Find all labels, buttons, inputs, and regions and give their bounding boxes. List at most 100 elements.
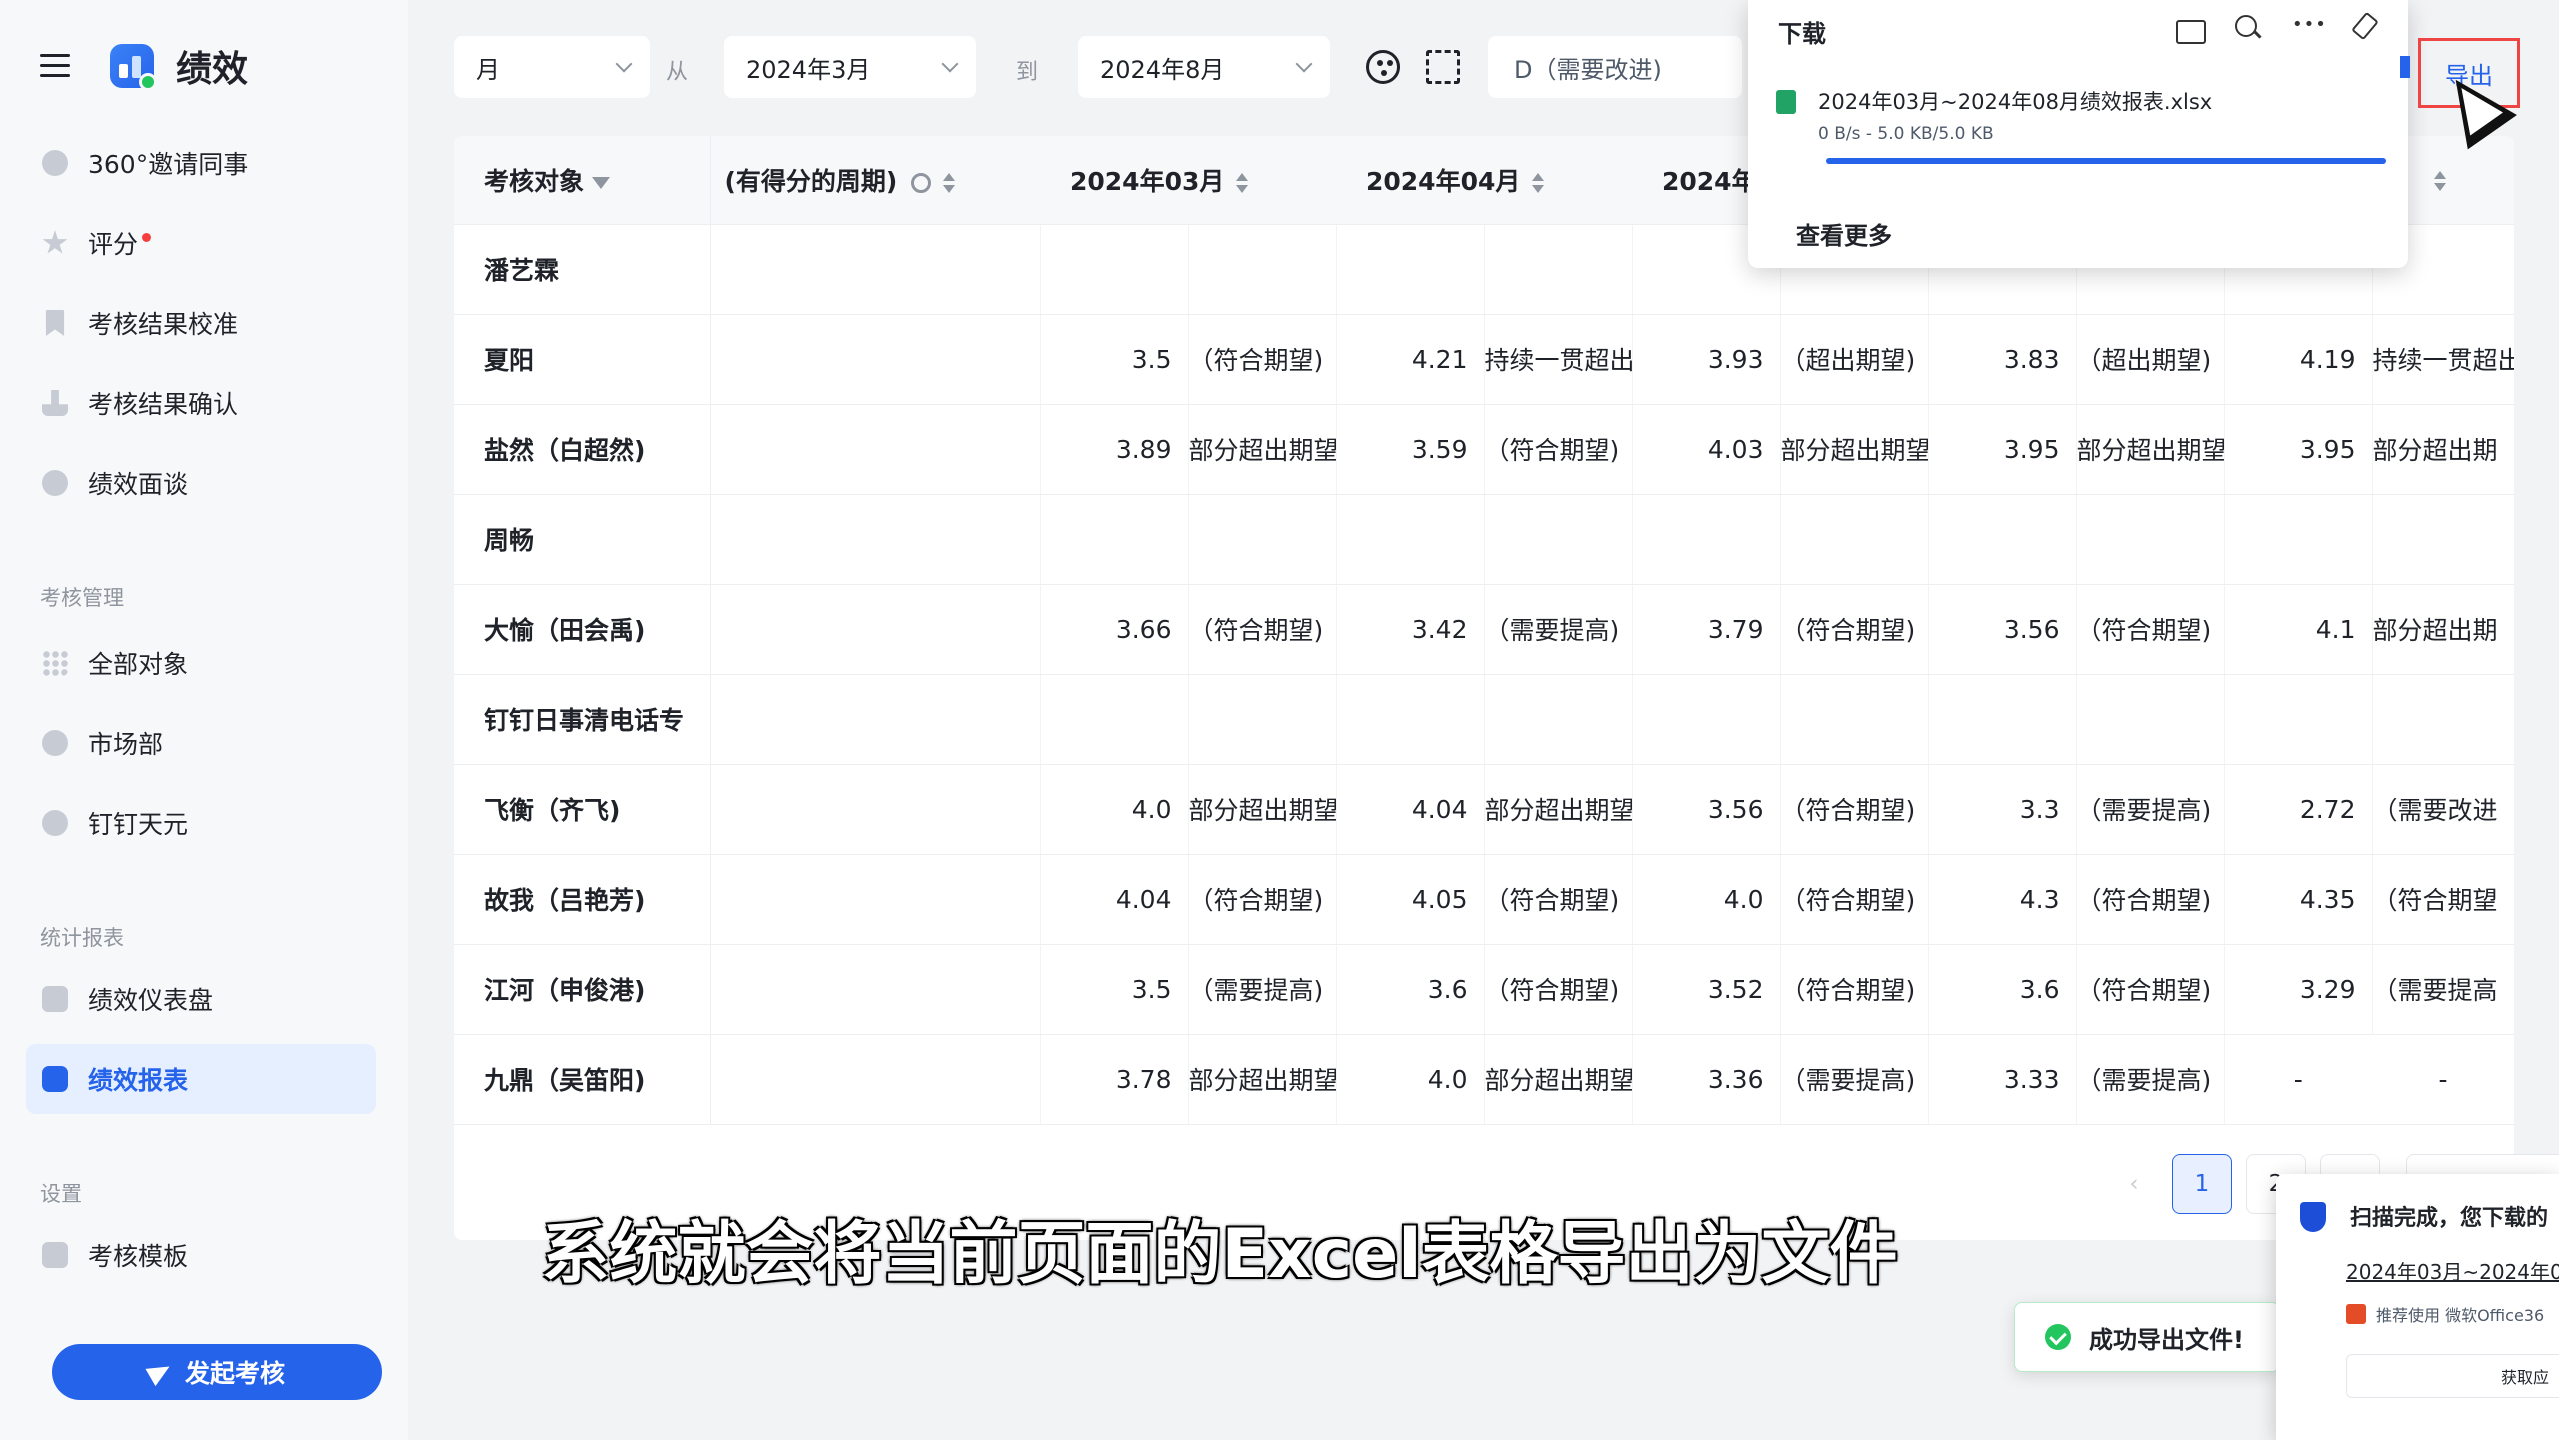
settings-icon[interactable] bbox=[911, 172, 932, 193]
column-header-month[interactable]: 2024年04月 bbox=[1336, 136, 1632, 225]
cell-score bbox=[2224, 494, 2373, 585]
column-header-target[interactable]: 考核对象 bbox=[454, 136, 711, 225]
cell-score: 3.95 bbox=[2224, 404, 2373, 495]
cell-level: （符合期望) bbox=[1780, 854, 1929, 945]
cell-level: （符合期望) bbox=[1484, 404, 1633, 495]
table-row[interactable]: 飞衡（齐飞) 4.0 部分超出期望 4.04 部分超出期望 3.56 （符合期望) 3.3 （需… bbox=[454, 764, 2514, 855]
table-row[interactable]: 故我（吕艳芳) 4.04 （符合期望) 4.05 （符合期望) 4.0 （符合期望) 4.3 （… bbox=[454, 854, 2514, 945]
cell-score: 3.42 bbox=[1336, 584, 1485, 675]
cell-target-name[interactable]: 潘艺霖 bbox=[454, 224, 711, 315]
cell-target-name[interactable]: 夏阳 bbox=[454, 314, 711, 405]
menu-icon[interactable] bbox=[40, 54, 70, 78]
cell-score: 4.0 bbox=[1040, 764, 1189, 855]
download-item[interactable]: 2024年03月~2024年08月绩效报表.xlsx 0 B/s - 5.0 K… bbox=[1776, 86, 2212, 144]
cell-level bbox=[1484, 224, 1633, 315]
table-row[interactable]: 钉钉日事清电话专 bbox=[454, 674, 2514, 765]
cell-score: 4.04 bbox=[1040, 854, 1189, 945]
sidebar-item-dashboard[interactable]: 绩效仪表盘 bbox=[26, 964, 376, 1034]
cell-target-name[interactable]: 盐然（白超然) bbox=[454, 404, 711, 495]
department-icon bbox=[42, 810, 68, 836]
sidebar-item-360-invite[interactable]: 360°邀请同事 bbox=[26, 128, 376, 198]
sort-icon[interactable] bbox=[943, 172, 956, 193]
table-row[interactable]: 夏阳 3.5 （符合期望) 4.21 持续一贯超出 3.93 （超出期望) 3.83 （超出期望… bbox=[454, 314, 2514, 405]
cell-score: 4.04 bbox=[1336, 764, 1485, 855]
to-month-select[interactable]: 2024年8月 bbox=[1078, 36, 1330, 98]
start-review-button[interactable]: 发起考核 bbox=[52, 1344, 382, 1400]
folder-icon[interactable] bbox=[2174, 12, 2206, 44]
cell-score: 3.93 bbox=[1632, 314, 1781, 405]
download-popup: 下载 2024年03月~2024年08月绩效报表.xlsx 0 B/s - 5.… bbox=[1748, 0, 2408, 268]
cell-level bbox=[2076, 674, 2225, 765]
search-icon[interactable] bbox=[2232, 12, 2264, 44]
sidebar-item-label: 考核结果校准 bbox=[88, 310, 239, 339]
sidebar-item-interview[interactable]: 绩效面谈 bbox=[26, 448, 376, 518]
table-row[interactable]: 大愉（田会禹) 3.66 （符合期望) 3.42 （需要提高) 3.79 （符合期望) 3.5… bbox=[454, 584, 2514, 675]
cell-target-name[interactable]: 九鼎（吴笛阳) bbox=[454, 1034, 711, 1125]
cell-score: 3.78 bbox=[1040, 1034, 1189, 1125]
scan-action-button[interactable]: 获取应 bbox=[2346, 1354, 2559, 1398]
sidebar-item-report[interactable]: 绩效报表 bbox=[26, 1044, 376, 1114]
column-header-month[interactable]: 2024年03月 bbox=[1040, 136, 1336, 225]
sort-icon[interactable] bbox=[2434, 171, 2446, 192]
cell-level: 部分超出期望 bbox=[1188, 404, 1337, 495]
download-progress-fill bbox=[1826, 158, 2386, 164]
more-icon[interactable] bbox=[2290, 12, 2327, 44]
sidebar-item-calibration[interactable]: 考核结果校准 bbox=[26, 288, 376, 358]
sidebar-item-dingtalk-tianyuan[interactable]: 钉钉天元 bbox=[26, 788, 376, 858]
sidebar-item-label: 考核结果确认 bbox=[88, 390, 239, 419]
cell-level bbox=[1188, 674, 1337, 765]
sidebar-item-confirm[interactable]: 考核结果确认 bbox=[26, 368, 376, 438]
sidebar-item-label: 绩效仪表盘 bbox=[88, 986, 214, 1015]
export-icon bbox=[2400, 56, 2410, 78]
cell-period bbox=[710, 314, 1041, 405]
sidebar-item-rating[interactable]: 评分 bbox=[26, 208, 376, 278]
from-month-select[interactable]: 2024年3月 bbox=[724, 36, 976, 98]
sidebar-item-all-targets[interactable]: 全部对象 bbox=[26, 628, 376, 698]
cell-level bbox=[2372, 674, 2514, 765]
sort-icon[interactable] bbox=[1532, 172, 1545, 193]
cell-score: 3.5 bbox=[1040, 944, 1189, 1035]
filter-icon[interactable] bbox=[592, 176, 611, 189]
section-title-stats: 统计报表 bbox=[40, 926, 124, 950]
sort-icon[interactable] bbox=[1236, 172, 1249, 193]
fullscreen-icon[interactable] bbox=[1426, 50, 1460, 84]
cell-target-name[interactable]: 钉钉日事清电话专 bbox=[454, 674, 711, 765]
cell-level: 部分超出期望 bbox=[1188, 1034, 1337, 1125]
cell-level bbox=[2076, 494, 2225, 585]
cell-target-name[interactable]: 江河（申俊港) bbox=[454, 944, 711, 1035]
cell-score: - bbox=[2224, 1034, 2372, 1125]
table-row[interactable]: 江河（申俊港) 3.5 （需要提高) 3.6 （符合期望) 3.52 （符合期望) 3.6 （符… bbox=[454, 944, 2514, 1035]
cell-score: 2.72 bbox=[2224, 764, 2373, 855]
report-table-card: 考核对象 (有得分的周期) 2024年03月 2024年04月 2024年 潘艺… bbox=[454, 136, 2514, 1240]
report-table: 考核对象 (有得分的周期) 2024年03月 2024年04月 2024年 潘艺… bbox=[454, 136, 2514, 1125]
confirm-icon bbox=[42, 390, 68, 416]
cell-score: 3.83 bbox=[1928, 314, 2077, 405]
start-review-label: 发起考核 bbox=[184, 1359, 285, 1388]
cell-level: （需要提高) bbox=[2076, 764, 2225, 855]
grid-icon bbox=[42, 650, 68, 676]
app-logo-icon bbox=[110, 44, 157, 91]
cell-period bbox=[710, 854, 1041, 945]
cell-level: 部分超出期望 bbox=[1188, 764, 1337, 855]
table-row[interactable]: 盐然（白超然) 3.89 部分超出期望 3.59 （符合期望) 4.03 部分超出期望 3.9… bbox=[454, 404, 2514, 495]
cell-target-name[interactable]: 飞衡（齐飞) bbox=[454, 764, 711, 855]
sidebar-item-label: 市场部 bbox=[88, 730, 164, 759]
cell-level: 部分超出期望 bbox=[1780, 404, 1929, 495]
cell-target-name[interactable]: 周畅 bbox=[454, 494, 711, 585]
to-label: 到 bbox=[1016, 60, 1039, 85]
cell-target-name[interactable]: 大愉（田会禹) bbox=[454, 584, 711, 675]
app-title: 绩效 bbox=[176, 49, 249, 90]
see-more-link[interactable]: 查看更多 bbox=[1796, 216, 1892, 251]
level-filter-chip[interactable]: D（需要改进) bbox=[1488, 36, 1742, 98]
period-type-select[interactable]: 月 bbox=[454, 36, 650, 98]
pin-icon[interactable] bbox=[2348, 12, 2380, 44]
palette-icon[interactable] bbox=[1366, 50, 1400, 84]
table-row[interactable]: 周畅 bbox=[454, 494, 2514, 585]
cell-period bbox=[710, 674, 1041, 765]
sidebar-item-marketing[interactable]: 市场部 bbox=[26, 708, 376, 778]
cell-target-name[interactable]: 故我（吕艳芳) bbox=[454, 854, 711, 945]
cell-level: （符合期望) bbox=[1188, 854, 1337, 945]
table-row[interactable]: 九鼎（吴笛阳) 3.78 部分超出期望 4.0 部分超出期望 3.36 （需要提高) 3.33… bbox=[454, 1034, 2514, 1125]
column-header-period[interactable]: (有得分的周期) bbox=[710, 136, 1040, 225]
cell-level: （符合期望) bbox=[2076, 944, 2225, 1035]
